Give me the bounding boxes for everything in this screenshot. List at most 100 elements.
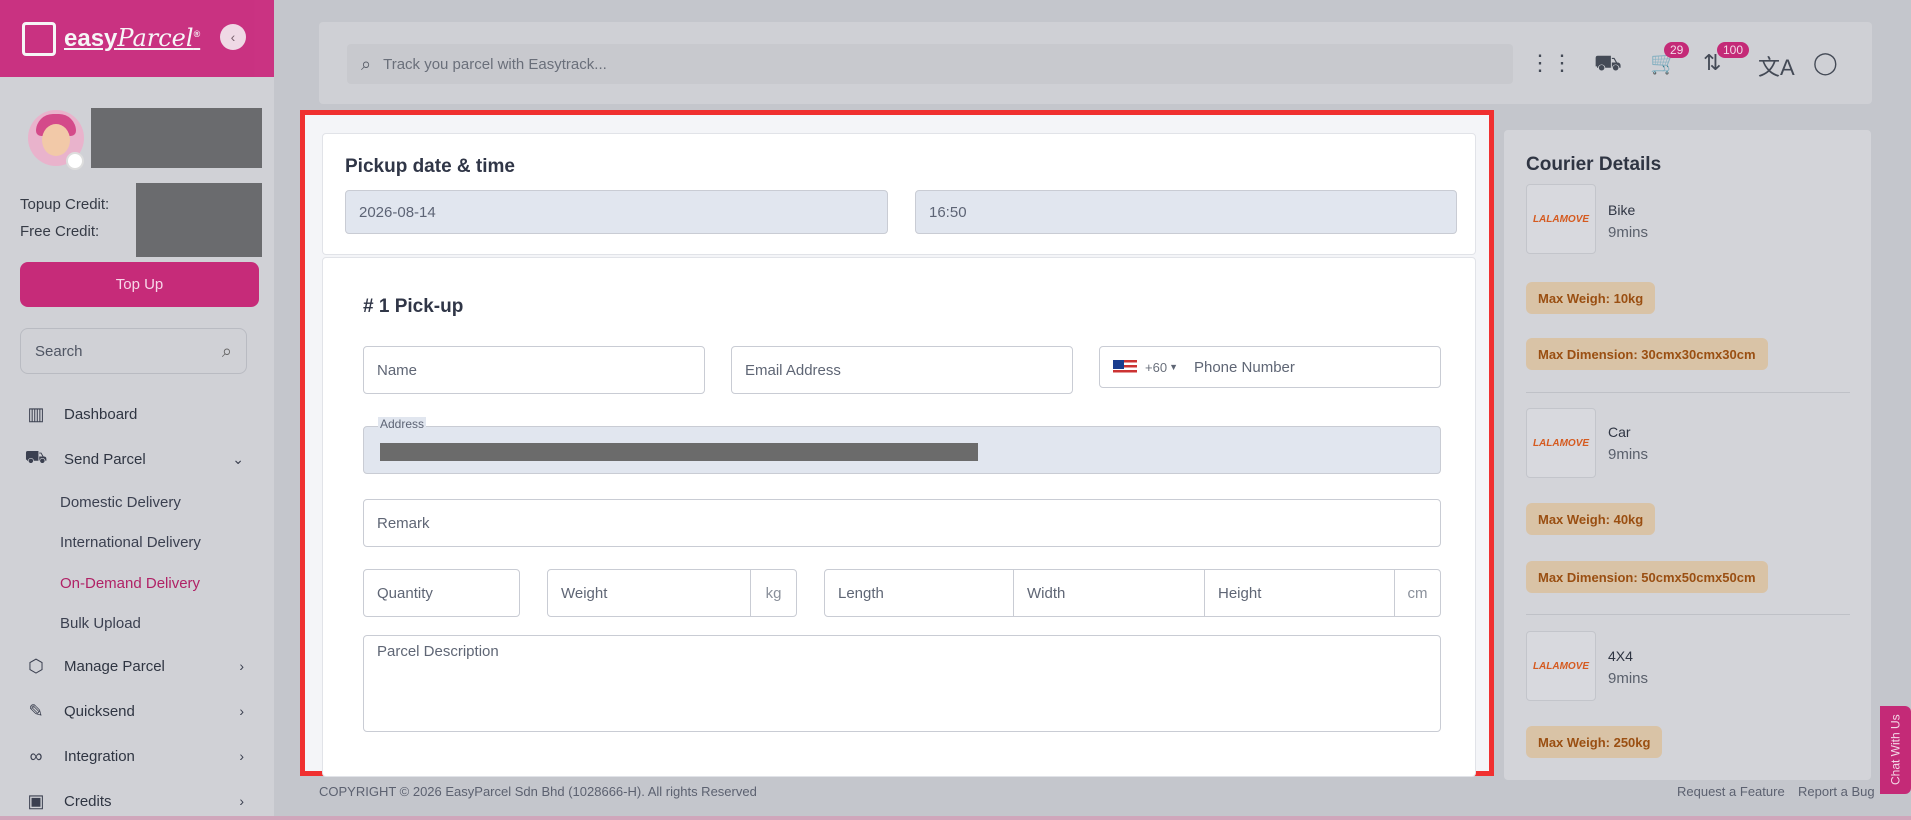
report-bug-link[interactable]: Report a Bug [1798,784,1875,799]
sidebar-search-placeholder: Search [35,342,83,360]
pickup-datetime-title: Pickup date & time [345,156,515,177]
truck-icon: ⛟ [24,447,48,467]
free-credit-label: Free Credit: [20,223,100,240]
topup-credit-label: Topup Credit: [20,196,110,213]
chevron-right-icon: › [239,748,244,764]
quantity-field[interactable]: Quantity [363,569,520,617]
width-field[interactable]: Width [1013,569,1205,617]
collapse-sidebar-button[interactable]: ‹ [220,24,246,50]
max-dimension-tag: Max Dimension: 30cmx30cmx30cm [1526,338,1768,370]
edit-icon: ✎ [28,700,44,721]
weight-unit: kg [750,570,796,616]
max-dimension-tag: Max Dimension: 50cmx50cmx50cm [1526,561,1768,593]
pickup-time-field[interactable]: 16:50 [915,190,1457,234]
track-search-input[interactable]: ⌕ Track you parcel with Easytrack... [347,44,1513,84]
pickup-datetime-card: Pickup date & time 2026-08-14 16:50 [322,133,1476,255]
max-weight-tag: Max Weigh: 40kg [1526,503,1656,535]
phone-field[interactable]: +60 ▼ Phone Number [1099,346,1441,388]
address-field[interactable]: Address [363,417,1441,474]
lalamove-logo: LALAMOVE [1526,631,1596,701]
search-icon: ⌕ [361,53,372,74]
brand-logo[interactable]: easyParcel® [64,24,200,53]
height-placeholder: Height [1218,584,1262,602]
parcel-description-field[interactable]: Parcel Description [363,635,1441,732]
sidebar: easyParcel® ‹ Topup Credit: Free Credit:… [0,0,274,820]
weight-placeholder: Weight [561,584,608,602]
logo-icon [22,21,56,56]
name-field[interactable]: Name [363,346,705,394]
sidebar-item-dashboard[interactable]: ▥ Dashboard [0,402,274,426]
sidebar-search-input[interactable]: Search ⌕ [20,328,247,374]
search-icon: ⌕ [221,340,232,361]
sidebar-item-send-parcel[interactable]: ⛟ Send Parcel ⌄ [0,447,274,471]
courier-option-name: Bike [1608,202,1636,218]
chat-with-us-button[interactable]: Chat With Us [1880,706,1911,794]
address-label: Address [378,417,427,431]
length-field[interactable]: Length [824,569,1014,617]
max-weight-tag: Max Weigh: 10kg [1526,282,1656,314]
redacted-user-info [91,108,262,168]
chevron-left-icon: ‹ [230,29,236,45]
link-icon: ∞ [29,745,43,766]
sidebar-subitem-bulk-upload[interactable]: Bulk Upload [60,615,141,632]
courier-details-panel: Courier Details LALAMOVE Bike 9mins Max … [1504,130,1871,780]
caret-down-icon: ▼ [1169,362,1178,372]
translate-icon[interactable]: 文A [1758,50,1795,82]
top-up-button[interactable]: Top Up [20,262,259,307]
dimension-unit: cm [1394,570,1440,616]
pickup-date-field[interactable]: 2026-08-14 [345,190,888,234]
courier-option-time: 9mins [1608,670,1649,687]
country-flag-icon [66,152,84,170]
remark-field[interactable]: Remark [363,499,1441,547]
chevron-right-icon: › [239,703,244,719]
sidebar-item-label: Credits [64,792,112,810]
sidebar-item-label: Send Parcel [64,450,146,468]
sidebar-item-quicksend[interactable]: ✎ Quicksend › [0,699,274,723]
phone-placeholder: Phone Number [1193,358,1295,376]
sidebar-subitem-domestic[interactable]: Domestic Delivery [60,494,181,511]
pickup-details-card: # 1 Pick-up Name Email Address +60 ▼ Pho… [322,257,1476,777]
copyright-text: COPYRIGHT © 2026 EasyParcel Sdn Bhd (102… [319,784,757,799]
notification-count-badge: 100 [1717,42,1750,58]
sidebar-item-label: Quicksend [64,702,135,720]
redacted-address [380,443,978,461]
weight-field[interactable]: Weight kg [547,569,797,617]
divider [1526,614,1850,615]
country-code-select[interactable]: +60 [1145,360,1167,375]
box-icon: ⬡ [28,655,44,676]
chart-icon: ▥ [27,403,45,424]
truck-icon[interactable]: ⛟ [1594,50,1622,79]
sidebar-item-label: Integration [64,747,135,765]
sidebar-item-manage-parcel[interactable]: ⬡ Manage Parcel › [0,654,274,678]
courier-option-name: 4X4 [1608,648,1633,664]
pickup-section-title: # 1 Pick-up [363,296,464,317]
lalamove-logo: LALAMOVE [1526,408,1596,478]
notification-icon[interactable]: ⇅ 100 [1703,42,1750,76]
sidebar-subitem-on-demand[interactable]: On-Demand Delivery [60,575,200,592]
height-field[interactable]: Height cm [1204,569,1441,617]
sidebar-subitem-international[interactable]: International Delivery [60,534,201,551]
request-feature-link[interactable]: Request a Feature [1677,784,1785,799]
divider [1526,392,1850,393]
user-icon[interactable]: ◯ [1813,50,1838,76]
chevron-right-icon: › [239,793,244,809]
wallet-icon: ▣ [27,790,45,811]
courier-option-time: 9mins [1608,446,1649,463]
track-search-placeholder: Track you parcel with Easytrack... [383,55,607,73]
malaysia-flag-icon [1113,359,1137,375]
bottom-border [0,816,1911,820]
max-weight-tag: Max Weigh: 250kg [1526,726,1663,758]
redacted-credit-values [136,183,262,257]
chevron-down-icon: ⌄ [232,450,244,467]
email-field[interactable]: Email Address [731,346,1073,394]
courier-option-name: Car [1608,424,1631,440]
brand-header: easyParcel® ‹ [0,0,274,77]
sidebar-item-label: Manage Parcel [64,657,165,675]
sidebar-item-integration[interactable]: ∞ Integration › [0,744,274,768]
apps-grid-icon[interactable]: ⋮⋮ [1529,50,1573,76]
cart-icon[interactable]: 🛒 29 [1650,42,1690,76]
sidebar-item-credits[interactable]: ▣ Credits › [0,789,274,813]
top-bar: ⌕ Track you parcel with Easytrack... ⋮⋮ … [319,22,1872,104]
sidebar-item-label: Dashboard [64,405,138,423]
courier-option-time: 9mins [1608,224,1649,241]
